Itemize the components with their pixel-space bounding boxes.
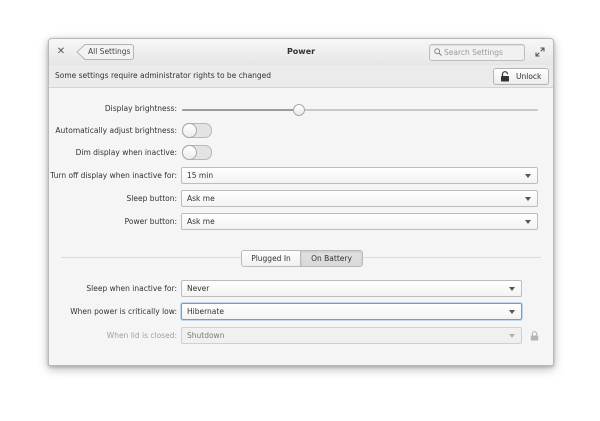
infobar-message: Some settings require administrator righ… xyxy=(55,71,272,80)
select-value: Never xyxy=(187,284,210,293)
sleep-button-label: Sleep button: xyxy=(126,194,177,203)
sleep-inactive-select[interactable]: Never xyxy=(181,280,522,297)
sleep-inactive-label: Sleep when inactive for: xyxy=(86,284,177,293)
power-mode-switcher: Plugged In On Battery xyxy=(241,250,363,267)
maximize-icon[interactable] xyxy=(535,47,545,57)
tab-on-battery[interactable]: On Battery xyxy=(301,251,362,266)
turn-off-display-label: Turn off display when inactive for: xyxy=(50,171,177,180)
lock-icon xyxy=(530,331,539,341)
auto-brightness-label: Automatically adjust brightness: xyxy=(55,126,177,135)
auto-brightness-switch[interactable] xyxy=(182,123,212,138)
brightness-slider-fill xyxy=(182,109,300,111)
switch-knob xyxy=(182,123,197,138)
close-icon[interactable]: ✕ xyxy=(55,46,67,58)
unlock-button-label: Unlock xyxy=(516,72,542,81)
titlebar: ✕ All Settings Power xyxy=(49,39,553,66)
sleep-button-select[interactable]: Ask me xyxy=(181,190,538,207)
chevron-down-icon xyxy=(509,334,515,338)
chevron-down-icon xyxy=(509,287,515,291)
select-value: Ask me xyxy=(187,194,215,203)
critical-power-label: When power is critically low: xyxy=(70,307,177,316)
search-input[interactable] xyxy=(444,45,520,60)
chevron-down-icon xyxy=(509,310,515,314)
all-settings-back-button[interactable]: All Settings xyxy=(76,44,134,60)
chevron-down-icon xyxy=(525,197,531,201)
dim-display-switch[interactable] xyxy=(182,145,212,160)
select-value: Hibernate xyxy=(187,307,224,316)
lid-closed-label: When lid is closed: xyxy=(106,331,177,340)
lid-closed-select: Shutdown xyxy=(181,327,522,344)
power-button-label: Power button: xyxy=(124,217,177,226)
permission-infobar: Some settings require administrator righ… xyxy=(49,65,553,88)
lock-icon xyxy=(501,71,509,82)
brightness-slider-handle[interactable] xyxy=(293,104,306,116)
search-icon xyxy=(434,48,442,56)
dim-display-label: Dim display when inactive: xyxy=(75,148,177,157)
power-settings-window: ✕ All Settings Power Some settings requi… xyxy=(48,38,554,366)
power-button-select[interactable]: Ask me xyxy=(181,213,538,230)
critical-power-select[interactable]: Hibernate xyxy=(181,303,522,320)
brightness-label: Display brightness: xyxy=(104,104,177,113)
select-value: 15 min xyxy=(187,171,214,180)
brightness-slider[interactable] xyxy=(182,109,538,111)
switch-knob xyxy=(182,145,197,160)
chevron-down-icon xyxy=(525,174,531,178)
tab-plugged-in[interactable]: Plugged In xyxy=(242,251,301,266)
unlock-button[interactable]: Unlock xyxy=(493,68,549,85)
select-value: Ask me xyxy=(187,217,215,226)
search-box[interactable] xyxy=(429,44,525,61)
chevron-down-icon xyxy=(525,220,531,224)
select-value: Shutdown xyxy=(187,331,225,340)
back-button-label: All Settings xyxy=(88,47,131,56)
turn-off-display-select[interactable]: 15 min xyxy=(181,167,538,184)
